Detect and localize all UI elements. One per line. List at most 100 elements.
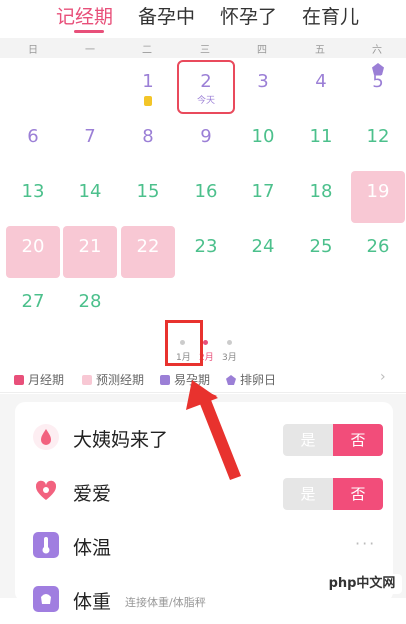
day-cell[interactable]: 16 — [179, 171, 233, 223]
record-row-period: 大姨妈来了 是 否 — [15, 412, 393, 462]
day-number: 12 — [366, 126, 390, 147]
yes-button[interactable]: 是 — [283, 424, 333, 456]
day-cell[interactable]: 25 — [294, 226, 348, 278]
day-number: 9 — [200, 126, 212, 147]
day-cell[interactable]: 13 — [6, 171, 60, 223]
day-number: 18 — [309, 181, 333, 202]
tab-pregnant[interactable]: 怀孕了 — [220, 2, 277, 29]
day-number: 4 — [315, 71, 327, 92]
day-cell[interactable]: 28 — [63, 281, 117, 333]
no-button[interactable]: 否 — [333, 478, 383, 510]
day-cell[interactable]: 11 — [294, 116, 348, 168]
day-number: 21 — [78, 236, 102, 257]
active-tab-indicator — [74, 30, 104, 33]
legend-fertile-label: 易孕期 — [174, 373, 211, 387]
day-cell[interactable]: 3 — [236, 61, 290, 113]
tab-period[interactable]: 记经期 — [56, 2, 113, 29]
day-cell[interactable]: 6 — [6, 116, 60, 168]
day-cell-period[interactable]: 22 — [121, 226, 175, 278]
record-label: 体重 — [73, 591, 112, 613]
legend-period-swatch — [14, 375, 24, 385]
day-cell[interactable]: 23 — [179, 226, 233, 278]
day-cell[interactable]: 12 — [351, 116, 405, 168]
legend-fertile-swatch — [160, 375, 170, 385]
day-number: 27 — [21, 291, 45, 312]
legend-ovulation-label: 排卵日 — [240, 373, 277, 387]
day-number: 17 — [251, 181, 275, 202]
month-mar[interactable]: 3月 — [222, 350, 237, 363]
watermark-logo: php中文网 — [322, 574, 402, 594]
day-cell-period[interactable]: 21 — [63, 226, 117, 278]
scale-icon — [33, 586, 59, 612]
legend-period: 月经期 — [14, 371, 64, 388]
day-number: 26 — [366, 236, 390, 257]
day-cell[interactable]: 14 — [63, 171, 117, 223]
day-cell[interactable]: 10 — [236, 116, 290, 168]
legend-ovulation: 排卵日 — [226, 371, 276, 388]
period-toggle: 是 否 — [283, 424, 383, 456]
day-number: 25 — [309, 236, 333, 257]
day-number: 1 — [142, 71, 154, 92]
day-number: 7 — [84, 126, 96, 147]
day-number: 28 — [78, 291, 102, 312]
day-cell[interactable]: 8 — [121, 116, 175, 168]
day-cell-period[interactable]: 20 — [6, 226, 60, 278]
month-dot-active — [203, 340, 208, 345]
love-toggle: 是 否 — [283, 478, 383, 510]
legend-predicted: 预测经期 — [82, 371, 144, 388]
day-cell[interactable]: 15 — [121, 171, 175, 223]
record-row-temperature[interactable]: 体温 ··· — [15, 520, 393, 570]
records-panel: 大姨妈来了 是 否 爱爱 是 否 体温 ··· 体重 连接体重/体脂秤 — [0, 394, 406, 613]
ovulation-icon — [372, 63, 384, 75]
yes-button[interactable]: 是 — [283, 478, 333, 510]
record-sub-label: 连接体重/体脂秤 — [125, 596, 206, 609]
day-cell[interactable]: 9 — [179, 116, 233, 168]
legend-period-label: 月经期 — [28, 373, 65, 387]
no-button[interactable]: 否 — [333, 424, 383, 456]
day-number: 8 — [142, 126, 154, 147]
ovulation-legend-icon — [226, 375, 236, 385]
day-cell[interactable]: 24 — [236, 226, 290, 278]
day-number: 20 — [21, 236, 45, 257]
day-number: 15 — [136, 181, 160, 202]
weekday-fri: 五 — [315, 45, 325, 56]
legend-bar: 月经期 预测经期 易孕期 排卵日 › — [0, 366, 406, 393]
day-number: 19 — [366, 181, 390, 202]
weekday-sat: 六 — [372, 45, 382, 56]
day-cell[interactable]: 7 — [63, 116, 117, 168]
day-number: 22 — [136, 236, 160, 257]
chevron-right-icon[interactable]: › — [380, 369, 386, 385]
record-label: 大姨妈来了 — [73, 429, 169, 451]
day-number: 23 — [194, 236, 218, 257]
day-cell[interactable]: 4 — [294, 61, 348, 113]
record-label: 爱爱 — [73, 483, 112, 505]
legend-predicted-label: 预测经期 — [96, 373, 145, 387]
month-dot — [227, 340, 232, 345]
tab-parenting[interactable]: 在育儿 — [302, 2, 359, 29]
weekday-header: 日 一 二 三 四 五 六 — [0, 38, 406, 58]
day-number: 16 — [194, 181, 218, 202]
weekday-tue: 二 — [142, 45, 152, 56]
month-selector: 1月 2月 3月 — [0, 330, 406, 366]
droplet-icon — [33, 424, 59, 450]
day-cell[interactable]: 26 — [351, 226, 405, 278]
day-number: 10 — [251, 126, 275, 147]
tab-trying[interactable]: 备孕中 — [138, 2, 195, 29]
more-icon[interactable]: ··· — [355, 534, 376, 553]
calendar-grid: 1 2 今天 3 4 5 6 7 8 9 10 11 12 13 14 15 16… — [0, 58, 406, 348]
day-number: 3 — [257, 71, 269, 92]
day-number: 13 — [21, 181, 45, 202]
day-cell[interactable]: 27 — [6, 281, 60, 333]
day-cell-period[interactable]: 19 — [351, 171, 405, 223]
day-cell[interactable]: 17 — [236, 171, 290, 223]
legend-fertile: 易孕期 — [160, 371, 210, 388]
records-card: 大姨妈来了 是 否 爱爱 是 否 体温 ··· 体重 连接体重/体脂秤 — [15, 402, 393, 613]
heart-icon — [35, 480, 57, 500]
record-label: 体温 — [73, 537, 112, 559]
day-cell[interactable]: 18 — [294, 171, 348, 223]
thermometer-icon — [33, 532, 59, 558]
note-marker-icon — [144, 96, 152, 106]
today-highlight-box — [177, 60, 235, 114]
day-number: 11 — [309, 126, 333, 147]
day-number: 6 — [27, 126, 39, 147]
